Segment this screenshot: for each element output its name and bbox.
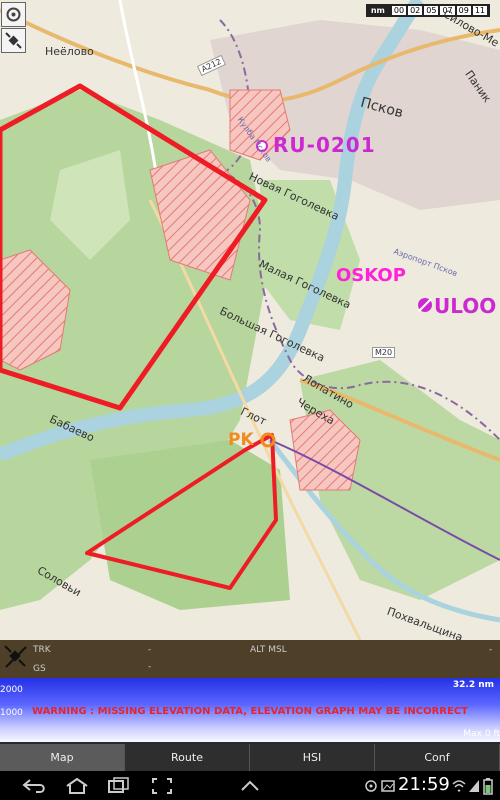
back-icon[interactable] [22, 778, 48, 794]
route-distance: 32.2 nm [452, 680, 494, 690]
scale-tick: 00 [391, 6, 407, 15]
forest-area [90, 440, 290, 610]
satellite-button[interactable] [1, 28, 26, 53]
map-scale-bar: nm 00 02 05 07 09 11 [365, 4, 490, 17]
scale-unit: nm [370, 6, 385, 15]
trk-value: - [148, 645, 152, 655]
tab-map[interactable]: Map [0, 744, 125, 771]
alt-msl-label: ALT MSL [250, 645, 287, 655]
system-nav-bar: 21:59 [0, 771, 500, 800]
alt-axis-2000: 2000 [0, 685, 23, 695]
map-view[interactable]: nm 00 02 05 07 09 11 Неёлово Псков Силов… [0, 0, 500, 640]
scale-tick: 02 [408, 6, 423, 15]
place-label: Неёлово [45, 45, 94, 58]
airport-label-uloo[interactable]: ULOO [434, 294, 496, 318]
gs-label: GS [33, 664, 46, 674]
clock: 21:59 [398, 774, 450, 795]
alt-msl-value: - [489, 645, 493, 655]
road-shield: М20 [372, 347, 396, 358]
scale-tick: 05 [424, 6, 439, 15]
bottom-tab-bar: Map Route HSI Conf [0, 744, 500, 771]
max-elevation: Max 0 ft [463, 729, 500, 739]
wifi-icon [452, 780, 466, 793]
waypoint-label-oskop[interactable]: OSKOP [336, 265, 406, 286]
elevation-graph[interactable]: 2000 1000 32.2 nm Max 0 ft WARNING : MIS… [0, 678, 500, 744]
gs-value: - [148, 662, 152, 672]
scale-tick: 11 [472, 6, 487, 15]
tab-hsi[interactable]: HSI [250, 744, 375, 771]
chevron-up-icon[interactable] [240, 780, 260, 792]
flight-info-panel: TRK - GS - ALT MSL - [0, 640, 500, 678]
signal-icon [469, 780, 479, 792]
screenshot-icon[interactable] [150, 777, 174, 795]
gps-locate-button[interactable] [1, 2, 26, 27]
location-icon [365, 780, 377, 792]
waypoint-label-ru0201[interactable]: RU-0201 [273, 133, 376, 157]
home-icon[interactable] [64, 777, 90, 795]
gps-off-icon [4, 645, 27, 668]
recent-apps-icon[interactable] [106, 777, 132, 795]
tab-route[interactable]: Route [125, 744, 250, 771]
elevation-warning: WARNING : MISSING ELEVATION DATA, ELEVAT… [31, 706, 468, 717]
satellite-icon [5, 32, 22, 49]
tab-conf[interactable]: Conf [375, 744, 500, 771]
crosshair-icon [6, 7, 21, 22]
waypoint-label-pk[interactable]: PK [228, 430, 254, 450]
image-notification-icon [381, 780, 395, 792]
trk-label: TRK [33, 645, 51, 655]
battery-icon [483, 778, 493, 795]
